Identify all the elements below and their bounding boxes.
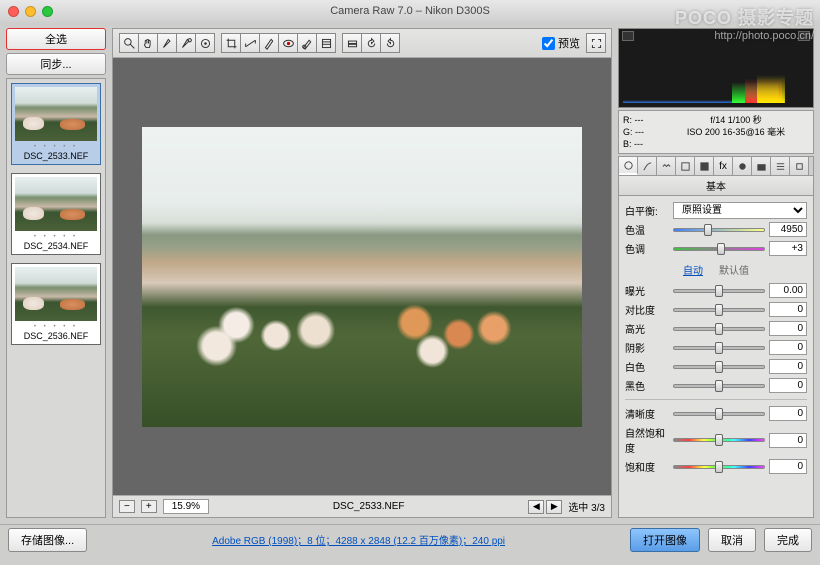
histogram[interactable]: [618, 28, 814, 108]
filmstrip-panel: 全选 同步... • • • • • DSC_2533.NEF • • • • …: [6, 28, 106, 518]
graduated-filter-tool-icon[interactable]: [316, 33, 336, 53]
shadows-slider[interactable]: [673, 341, 765, 355]
thumbnail-image: [15, 267, 97, 321]
titlebar: Camera Raw 7.0 – Nikon D300S: [0, 0, 820, 22]
white-balance-tool-icon[interactable]: [157, 33, 177, 53]
thumbnail-image: [15, 177, 97, 231]
straighten-tool-icon[interactable]: [240, 33, 260, 53]
zoom-level[interactable]: 15.9%: [163, 499, 209, 514]
thumbnail-image: [15, 87, 97, 141]
footer: 存储图像... Adobe RGB (1998)；8 位；4288 x 2848…: [0, 524, 820, 554]
thumbnail-list[interactable]: • • • • • DSC_2533.NEF • • • • • DSC_253…: [6, 78, 106, 518]
tab-hsl-icon[interactable]: [676, 157, 695, 175]
crop-tool-icon[interactable]: [221, 33, 241, 53]
tab-snapshots-icon[interactable]: [790, 157, 809, 175]
minimize-window[interactable]: [25, 6, 36, 17]
shadows-value[interactable]: [769, 340, 807, 355]
prev-image-icon[interactable]: ◀: [528, 500, 544, 514]
done-button[interactable]: 完成: [764, 528, 812, 552]
tab-effects-icon[interactable]: [733, 157, 752, 175]
preview-label: 预览: [558, 35, 580, 51]
zoom-window[interactable]: [42, 6, 53, 17]
workflow-options-link[interactable]: Adobe RGB (1998)；8 位；4288 x 2848 (12.2 百…: [95, 532, 622, 547]
next-image-icon[interactable]: ▶: [546, 500, 562, 514]
whites-slider[interactable]: [673, 360, 765, 374]
selection-count: 选中 3/3: [568, 499, 605, 514]
adjustment-brush-tool-icon[interactable]: [297, 33, 317, 53]
saturation-slider[interactable]: [673, 460, 765, 474]
thumbnail-filename: DSC_2534.NEF: [15, 241, 97, 251]
blacks-slider[interactable]: [673, 379, 765, 393]
panel-title: 基本: [618, 175, 814, 196]
tab-camera-icon[interactable]: [752, 157, 771, 175]
fullscreen-toggle-icon[interactable]: [586, 33, 606, 53]
tab-split-icon[interactable]: [695, 157, 714, 175]
hand-tool-icon[interactable]: [138, 33, 158, 53]
thumbnail-filename: DSC_2533.NEF: [15, 151, 97, 161]
whites-value[interactable]: [769, 359, 807, 374]
white-balance-select[interactable]: 原照设置: [673, 202, 807, 219]
zoom-tool-icon[interactable]: [119, 33, 139, 53]
thumbnail[interactable]: • • • • • DSC_2534.NEF: [11, 173, 101, 255]
tab-detail-icon[interactable]: [657, 157, 676, 175]
exposure-slider[interactable]: [673, 284, 765, 298]
default-link: 默认值: [719, 266, 749, 277]
zoom-in-icon[interactable]: +: [141, 500, 157, 513]
tab-lens-icon[interactable]: fx: [714, 157, 733, 175]
clarity-value[interactable]: [769, 406, 807, 421]
temperature-value[interactable]: [769, 222, 807, 237]
toolbar: 预览: [113, 29, 611, 58]
saturation-value[interactable]: [769, 459, 807, 474]
targeted-adjust-tool-icon[interactable]: [195, 33, 215, 53]
basic-panel: 白平衡: 原照设置 色温 色调 自动默认值 曝光 对比度 高光 阴影 白色 黑色…: [618, 196, 814, 518]
thumbnail[interactable]: • • • • • DSC_2536.NEF: [11, 263, 101, 345]
tab-basic-icon[interactable]: [619, 157, 638, 175]
vibrance-value[interactable]: [769, 433, 807, 448]
current-filename: DSC_2533.NEF: [215, 501, 522, 512]
rotate-ccw-icon[interactable]: [361, 33, 381, 53]
window-title: Camera Raw 7.0 – Nikon D300S: [330, 5, 490, 17]
tab-curve-icon[interactable]: [638, 157, 657, 175]
tint-slider[interactable]: [673, 242, 765, 256]
open-image-button[interactable]: 打开图像: [630, 528, 700, 552]
exif-readout: R: ---G: ---B: --- f/14 1/100 秒ISO 200 1…: [618, 110, 814, 154]
rotate-cw-icon[interactable]: [380, 33, 400, 53]
select-all-button[interactable]: 全选: [6, 28, 106, 50]
clarity-slider[interactable]: [673, 407, 765, 421]
preview-checkbox[interactable]: [542, 37, 555, 50]
open-preferences-icon[interactable]: [342, 33, 362, 53]
status-bar: − + 15.9% DSC_2533.NEF ◀ ▶ 选中 3/3: [113, 495, 611, 517]
spot-removal-tool-icon[interactable]: [259, 33, 279, 53]
highlights-value[interactable]: [769, 321, 807, 336]
sync-button[interactable]: 同步...: [6, 53, 106, 75]
save-image-button[interactable]: 存储图像...: [8, 528, 87, 552]
wb-label: 白平衡:: [625, 203, 669, 218]
main-image: [142, 127, 582, 427]
contrast-value[interactable]: [769, 302, 807, 317]
zoom-out-icon[interactable]: −: [119, 500, 135, 513]
vibrance-slider[interactable]: [673, 433, 765, 447]
adjustment-tabs: fx: [618, 156, 814, 175]
shadow-clip-icon[interactable]: [622, 31, 634, 41]
redeye-tool-icon[interactable]: [278, 33, 298, 53]
temperature-slider[interactable]: [673, 223, 765, 237]
blacks-value[interactable]: [769, 378, 807, 393]
tab-presets-icon[interactable]: [771, 157, 790, 175]
thumbnail[interactable]: • • • • • DSC_2533.NEF: [11, 83, 101, 165]
exposure-value[interactable]: [769, 283, 807, 298]
highlight-clip-icon[interactable]: [798, 31, 810, 41]
cancel-button[interactable]: 取消: [708, 528, 756, 552]
color-sampler-tool-icon[interactable]: [176, 33, 196, 53]
image-preview-area[interactable]: [113, 58, 611, 495]
highlights-slider[interactable]: [673, 322, 765, 336]
auto-link[interactable]: 自动: [683, 266, 703, 277]
contrast-slider[interactable]: [673, 303, 765, 317]
tint-value[interactable]: [769, 241, 807, 256]
close-window[interactable]: [8, 6, 19, 17]
thumbnail-filename: DSC_2536.NEF: [15, 331, 97, 341]
